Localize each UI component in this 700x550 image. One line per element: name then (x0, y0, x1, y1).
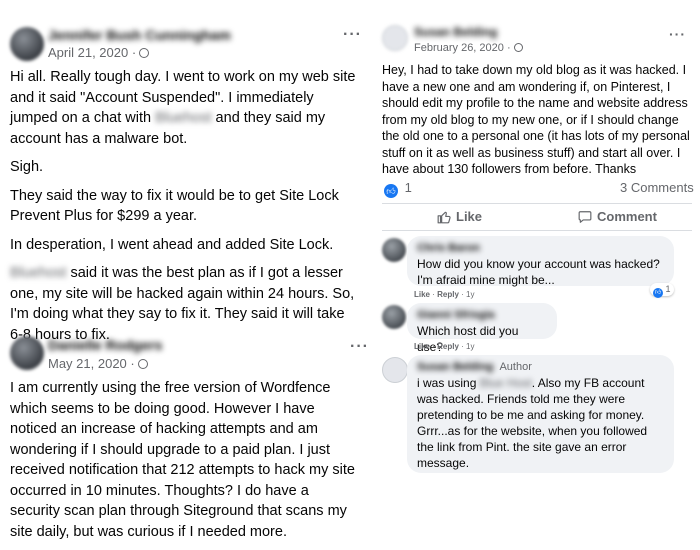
post-date[interactable]: May 21, 2020 · (48, 356, 148, 371)
divider (382, 203, 692, 204)
like-button[interactable]: Like (437, 209, 482, 224)
speech-bubble-icon (578, 211, 592, 223)
comment-author[interactable]: Gianni Sfrisgia (417, 309, 557, 321)
comment-reply-link[interactable]: Reply (437, 290, 459, 299)
avatar[interactable] (382, 357, 408, 383)
post-date[interactable]: February 26, 2020 · (414, 42, 523, 54)
post-date[interactable]: April 21, 2020 · (48, 45, 150, 60)
redacted-host: Blue Host (479, 376, 532, 390)
avatar[interactable] (10, 27, 44, 61)
thumbs-up-icon: 👍︎ (384, 184, 398, 198)
comment-text: How did you know your account was hacked… (417, 257, 660, 287)
author-name[interactable]: Susan Belding (414, 25, 497, 39)
comment-like-link[interactable]: Like (414, 290, 430, 299)
comment-author[interactable]: Chris Baron (417, 242, 674, 254)
globe-icon (513, 43, 523, 52)
reaction-badge[interactable]: 👍︎ 1 (650, 283, 674, 298)
post-body: Hey, I had to take down my old blog as i… (382, 63, 690, 176)
globe-icon (137, 359, 148, 369)
comment-bubble: Chris Baron How did you know your accoun… (407, 236, 674, 287)
redacted-host: Bluehost (10, 265, 67, 281)
avatar[interactable] (10, 336, 44, 370)
comment-text: i was using Blue Host. Also my FB accoun… (417, 376, 648, 470)
avatar[interactable] (382, 305, 406, 329)
reaction-count[interactable]: 👍︎ 1 (384, 180, 412, 198)
post-body: I am currently using the free version of… (10, 380, 355, 540)
comment-bubble: Gianni Sfrisgia Which host did you use? (407, 303, 557, 354)
comment-actions: Like · Reply · 1y (414, 342, 475, 351)
thumbs-up-icon: 👍︎ (653, 288, 663, 298)
author-badge: Author (499, 361, 532, 373)
more-options-icon[interactable]: ··· (350, 338, 369, 356)
redacted-host: Bluehost (155, 110, 212, 126)
globe-icon (139, 48, 150, 58)
avatar[interactable] (382, 25, 408, 51)
comment-like-link[interactable]: Like (414, 342, 430, 351)
divider (382, 230, 692, 231)
thumbs-up-icon (437, 211, 451, 224)
comment-author[interactable]: Susan Belding (417, 361, 493, 373)
more-options-icon[interactable]: ··· (669, 26, 686, 42)
author-name[interactable]: Jennifer Bush Cunningham (48, 27, 231, 43)
comment-button[interactable]: Comment (578, 209, 657, 224)
avatar[interactable] (382, 238, 406, 262)
more-options-icon[interactable]: ··· (343, 26, 362, 44)
comment-bubble: Susan Belding Author i was using Blue Ho… (407, 355, 674, 473)
comment-time[interactable]: 1y (466, 290, 474, 299)
post-body: Hi all. Really tough day. I went to work… (10, 69, 356, 343)
comment-reply-link[interactable]: Reply (437, 342, 459, 351)
author-name[interactable]: Danielle Rodgers (48, 337, 162, 353)
comments-count[interactable]: 3 Comments (620, 180, 694, 195)
comment-actions: Like · Reply · 1y (414, 290, 475, 299)
comment-time[interactable]: 1y (466, 342, 474, 351)
